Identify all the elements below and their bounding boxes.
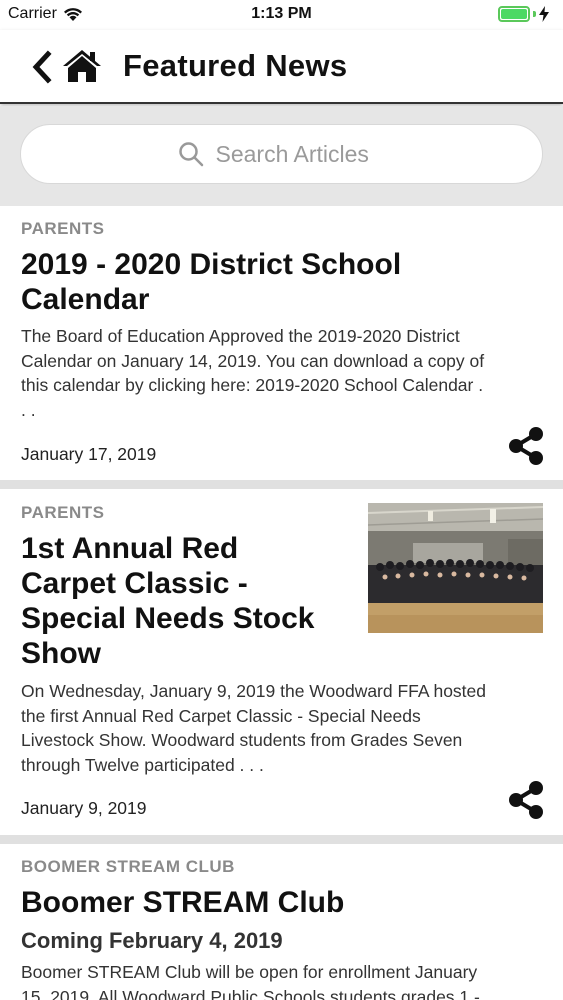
article-excerpt: The Board of Education Approved the 2019… [21,324,484,422]
article-title-line: Boomer STREAM Club [21,886,345,919]
battery-tip [533,11,536,17]
article-title-line: Show [21,637,101,670]
clock: 1:13 PM [251,5,312,22]
card-divider [0,480,563,489]
charging-bolt-icon [539,6,549,22]
page-title: Featured News [123,48,348,83]
home-icon[interactable] [62,48,102,84]
excerpt-line: . . [21,399,36,420]
article-title-line: Special Needs Stock [21,602,315,635]
article-title[interactable]: Boomer STREAM Club [21,885,344,920]
share-icon[interactable] [507,426,545,466]
excerpt-line: through Twelve participated . . . [21,754,264,775]
search-bar[interactable] [20,124,543,184]
card-divider [0,835,563,844]
article-card[interactable]: PARENTS 1st Annual Red Carpet Classic - … [0,489,563,835]
article-thumbnail[interactable] [368,503,543,633]
excerpt-line: On Wednesday, January 9, 2019 the Woodwa… [21,681,487,701]
group-photo [368,503,543,633]
article-excerpt: Boomer STREAM Club will be open for enro… [21,960,480,1000]
battery-icon [498,6,530,22]
status-bar: Carrier 1:13 PM [0,0,563,30]
article-subtitle: Coming February 4, 2019 [21,928,283,953]
excerpt-line: Livestock Show. Woodward students from G… [21,730,463,750]
excerpt-line: The Board of Education Approved the 2019… [21,326,460,346]
article-card[interactable]: BOOMER STREAM CLUB Boomer STREAM Club Co… [0,844,563,1000]
chevron-left-icon[interactable] [28,50,54,84]
article-category: PARENTS [21,219,105,238]
article-card[interactable]: PARENTS 2019 - 2020 District School Cale… [0,206,563,480]
battery-indicator [498,6,549,22]
excerpt-line: Boomer STREAM Club will be open for enro… [21,962,478,982]
article-title-line: 2019 - 2020 District School [21,248,402,281]
search-area [0,106,563,206]
share-icon[interactable] [507,780,545,820]
search-icon [178,142,203,167]
article-category: PARENTS [21,503,105,522]
article-title-line: Carpet Classic - [21,567,248,600]
excerpt-line: this calendar by clicking here: 2019-202… [21,375,484,395]
excerpt-line: the first Annual Red Carpet Classic - Sp… [21,705,421,726]
battery-fill [501,9,527,19]
navigation-bar: Featured News [0,30,563,104]
search-input[interactable] [215,140,386,168]
article-title[interactable]: 1st Annual Red Carpet Classic - Special … [21,531,314,671]
article-title[interactable]: 2019 - 2020 District School Calendar [21,247,401,317]
excerpt-line: Calendar on January 14, 2019. You can do… [21,350,485,371]
article-title-line: 1st Annual Red [21,532,239,565]
article-title-line: Calendar [21,283,150,316]
article-category: BOOMER STREAM CLUB [21,857,235,876]
article-date: January 17, 2019 [21,444,157,464]
excerpt-line: 15, 2019. All Woodward Public Schools st… [21,986,480,1000]
article-date: January 9, 2019 [21,798,147,818]
article-excerpt: On Wednesday, January 9, 2019 the Woodwa… [21,679,486,777]
